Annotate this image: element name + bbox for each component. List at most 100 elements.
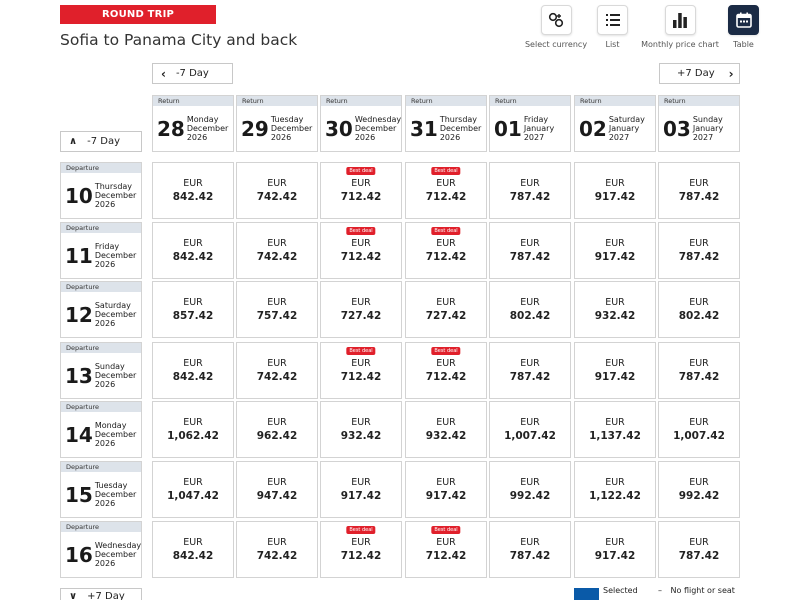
fare-cell[interactable]: EUR 787.42 [658, 521, 740, 578]
fare-cell[interactable]: Best deal EUR 712.42 [405, 521, 487, 578]
fare-cell[interactable]: EUR 947.42 [236, 461, 318, 518]
date-body: 03 Sunday January 2027 [659, 106, 739, 151]
fare-price: 787.42 [678, 251, 720, 263]
fare-price: 787.42 [678, 550, 720, 562]
prev-departure-label: -7 Day [87, 136, 121, 147]
fare-cell[interactable]: EUR 917.42 [574, 222, 656, 279]
fare-cell[interactable]: EUR 1,047.42 [152, 461, 234, 518]
dash-icon: – [658, 586, 662, 595]
weekday: Friday [523, 114, 549, 124]
year: 2027 [608, 133, 630, 143]
month: December [270, 123, 313, 133]
list-button[interactable] [597, 5, 628, 35]
fare-cell[interactable]: EUR 787.42 [658, 342, 740, 399]
fare-cell[interactable]: EUR 932.42 [574, 281, 656, 338]
currency-button[interactable] [540, 5, 572, 35]
fare-price: 917.42 [594, 550, 636, 562]
fare-cell[interactable]: EUR 917.42 [574, 342, 656, 399]
date-details: Tuesday December 2026 [95, 481, 136, 509]
fare-currency: EUR [267, 358, 287, 369]
fare-cell[interactable]: EUR 742.42 [236, 342, 318, 399]
next-departure-week-button[interactable]: ∨ +7 Day [60, 588, 142, 600]
fare-cell[interactable]: EUR 787.42 [658, 222, 740, 279]
fare-cell[interactable]: EUR 1,007.42 [658, 401, 740, 458]
fare-cell[interactable]: EUR 932.42 [320, 401, 402, 458]
view-select-currency[interactable]: Select currency [525, 5, 587, 49]
table-button[interactable] [728, 5, 759, 35]
day-number: 29 [241, 116, 269, 141]
date-details: Sunday January 2027 [693, 115, 723, 143]
fare-cell[interactable]: EUR 727.42 [320, 281, 402, 338]
fare-cell[interactable]: EUR 932.42 [405, 401, 487, 458]
best-deal-badge: Best deal [346, 227, 376, 235]
weekday: Wednesday [94, 540, 142, 550]
prev-departure-week-button[interactable]: ∧ -7 Day [60, 131, 142, 152]
return-label: Return [153, 96, 233, 106]
weekday: Saturday [94, 300, 131, 310]
fare-cell[interactable]: EUR 742.42 [236, 521, 318, 578]
fare-currency: EUR [267, 537, 287, 548]
fare-cell[interactable]: EUR 1,062.42 [152, 401, 234, 458]
month: December [354, 123, 397, 133]
date-body: 11 Friday December 2026 [61, 233, 141, 278]
fare-cell[interactable]: EUR 757.42 [236, 281, 318, 338]
year: 2027 [523, 133, 545, 143]
fare-cell[interactable]: EUR 842.42 [152, 521, 234, 578]
next-return-week-button[interactable]: +7 Day › [659, 63, 740, 84]
fare-cell[interactable]: EUR 742.42 [236, 222, 318, 279]
fare-cell[interactable]: EUR 787.42 [489, 162, 571, 219]
fare-cell[interactable]: EUR 962.42 [236, 401, 318, 458]
fare-price: 712.42 [425, 371, 467, 383]
fare-cell[interactable]: EUR 727.42 [405, 281, 487, 338]
return-label: Return [406, 96, 486, 106]
fare-cell[interactable]: EUR 917.42 [405, 461, 487, 518]
chevron-down-icon: ∨ [69, 591, 78, 600]
fare-cell[interactable]: EUR 842.42 [152, 222, 234, 279]
fare-cell[interactable]: Best deal EUR 712.42 [320, 222, 402, 279]
fare-cell[interactable]: EUR 802.42 [489, 281, 571, 338]
fare-cell[interactable]: EUR 992.42 [658, 461, 740, 518]
fare-cell[interactable]: EUR 802.42 [658, 281, 740, 338]
fare-cell[interactable]: Best deal EUR 712.42 [405, 162, 487, 219]
fare-cell[interactable]: EUR 842.42 [152, 342, 234, 399]
view-list[interactable]: List [597, 5, 628, 49]
view-label: Table [733, 40, 754, 49]
fare-cell[interactable]: EUR 992.42 [489, 461, 571, 518]
fare-cell[interactable]: EUR 917.42 [574, 162, 656, 219]
view-switcher: Select currency List Monthly price chart [520, 5, 765, 53]
prev-return-week-button[interactable]: ‹ -7 Day [152, 63, 233, 84]
month: January [692, 123, 724, 133]
month: January [523, 123, 555, 133]
fare-cell[interactable]: Best deal EUR 712.42 [405, 222, 487, 279]
fare-price: 742.42 [256, 191, 298, 203]
fare-cell[interactable]: EUR 842.42 [152, 162, 234, 219]
fare-currency: EUR [605, 178, 625, 189]
fare-cell[interactable]: EUR 787.42 [489, 222, 571, 279]
fare-cell[interactable]: Best deal EUR 712.42 [320, 342, 402, 399]
fare-cell[interactable]: EUR 1,122.42 [574, 461, 656, 518]
fare-currency: EUR [267, 417, 287, 428]
fare-cell[interactable]: EUR 917.42 [574, 521, 656, 578]
fare-cell[interactable]: EUR 742.42 [236, 162, 318, 219]
date-details: Friday December 2026 [95, 242, 136, 270]
fare-cell[interactable]: EUR 787.42 [489, 521, 571, 578]
fare-cell[interactable]: EUR 857.42 [152, 281, 234, 338]
fare-price: 787.42 [678, 191, 720, 203]
fare-cell[interactable]: EUR 1,007.42 [489, 401, 571, 458]
view-monthly-price-chart[interactable]: Monthly price chart [639, 5, 721, 49]
fare-price: 742.42 [256, 251, 298, 263]
fare-cell[interactable]: EUR 787.42 [658, 162, 740, 219]
chevron-up-icon: ∧ [69, 136, 78, 147]
no-flight-legend-label: No flight or seat [670, 586, 735, 595]
fare-currency: EUR [267, 297, 287, 308]
fare-cell[interactable]: EUR 917.42 [320, 461, 402, 518]
fare-cell[interactable]: Best deal EUR 712.42 [320, 521, 402, 578]
view-table[interactable]: Table [727, 5, 760, 49]
fare-cell[interactable]: Best deal EUR 712.42 [320, 162, 402, 219]
fare-cell[interactable]: Best deal EUR 712.42 [405, 342, 487, 399]
date-details: Monday December 2026 [187, 115, 228, 143]
departure-label: Departure [61, 223, 141, 233]
fare-cell[interactable]: EUR 787.42 [489, 342, 571, 399]
fare-cell[interactable]: EUR 1,137.42 [574, 401, 656, 458]
chart-button[interactable] [664, 5, 696, 35]
